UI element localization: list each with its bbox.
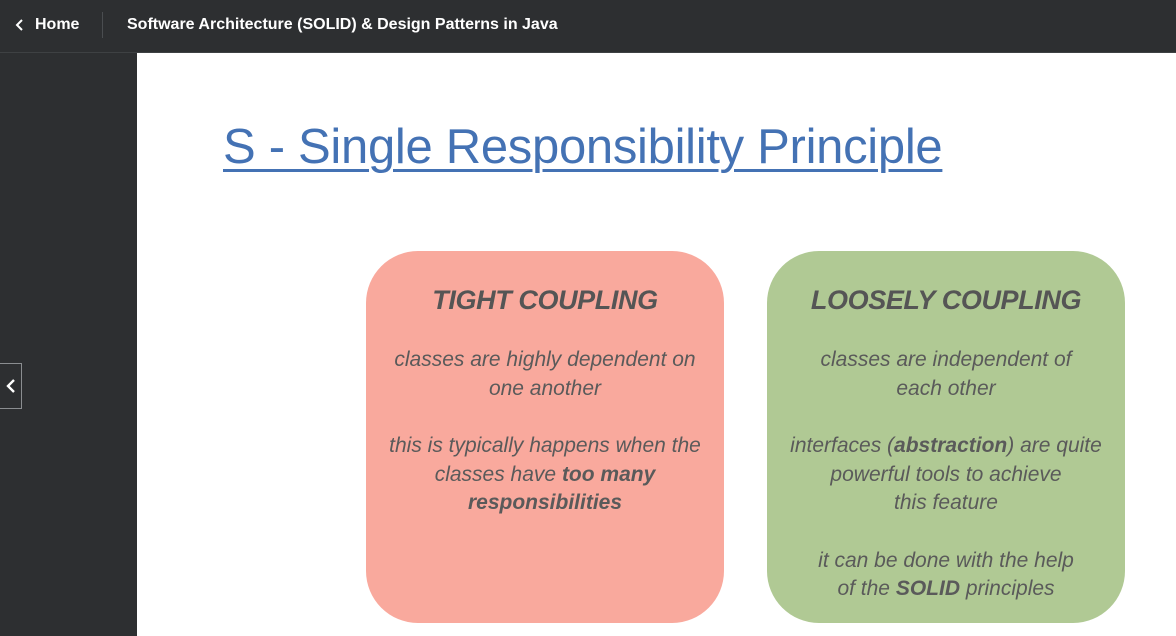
loosely-coupling-heading: LOOSELY COUPLING xyxy=(810,285,1082,315)
text-line: one another xyxy=(488,376,602,400)
text-line: this is typically happens when the xyxy=(389,434,701,457)
bold-text: too many xyxy=(561,462,656,486)
sidebar xyxy=(0,53,137,636)
slide-content: S - Single Responsibility Principle TIGH… xyxy=(137,53,1176,636)
text-line: powerful tools to achieve xyxy=(830,462,1062,486)
text-line: of the xyxy=(837,577,896,600)
collapse-sidebar-button[interactable] xyxy=(0,363,22,409)
tight-coupling-paragraph-1: classes are highly dependent on one anot… xyxy=(366,346,724,403)
tight-coupling-heading: TIGHT COUPLING xyxy=(432,285,658,315)
home-link[interactable]: Home xyxy=(14,0,79,50)
home-label: Home xyxy=(35,16,80,33)
loosely-coupling-card: LOOSELY COUPLING classes are independent… xyxy=(767,251,1125,623)
course-title: Software Architecture (SOLID) & Design P… xyxy=(127,16,558,33)
text-line: ) are quite xyxy=(1007,434,1102,457)
tight-coupling-paragraph-2: this is typically happens when the class… xyxy=(366,432,724,518)
bold-text: SOLID xyxy=(895,577,960,600)
slide-title: S - Single Responsibility Principle xyxy=(223,120,943,174)
text-line: classes have xyxy=(434,462,562,486)
header-divider xyxy=(102,12,103,38)
text-line: classes are independent of xyxy=(820,348,1072,371)
loosely-coupling-paragraph-3: it can be done with the help of the SOLI… xyxy=(767,547,1125,604)
text-line: principles xyxy=(960,577,1055,600)
loosely-coupling-paragraph-2: interfaces (abstraction) are quite power… xyxy=(767,432,1125,518)
text-line: it can be done with the help xyxy=(818,548,1074,572)
top-bar: Home Software Architecture (SOLID) & Des… xyxy=(0,0,1176,53)
text-line: classes are highly dependent on xyxy=(394,348,696,371)
tight-coupling-card: TIGHT COUPLING classes are highly depend… xyxy=(366,251,724,623)
chevron-left-icon xyxy=(5,379,15,393)
text-line: each other xyxy=(896,376,996,400)
loosely-coupling-paragraph-1: classes are independent of each other xyxy=(767,346,1125,403)
chevron-left-icon xyxy=(15,19,23,31)
bold-text: abstraction xyxy=(894,434,1008,457)
text-line: this feature xyxy=(894,491,998,514)
bold-text: responsibilities xyxy=(467,491,623,514)
text-line: interfaces ( xyxy=(790,434,895,457)
